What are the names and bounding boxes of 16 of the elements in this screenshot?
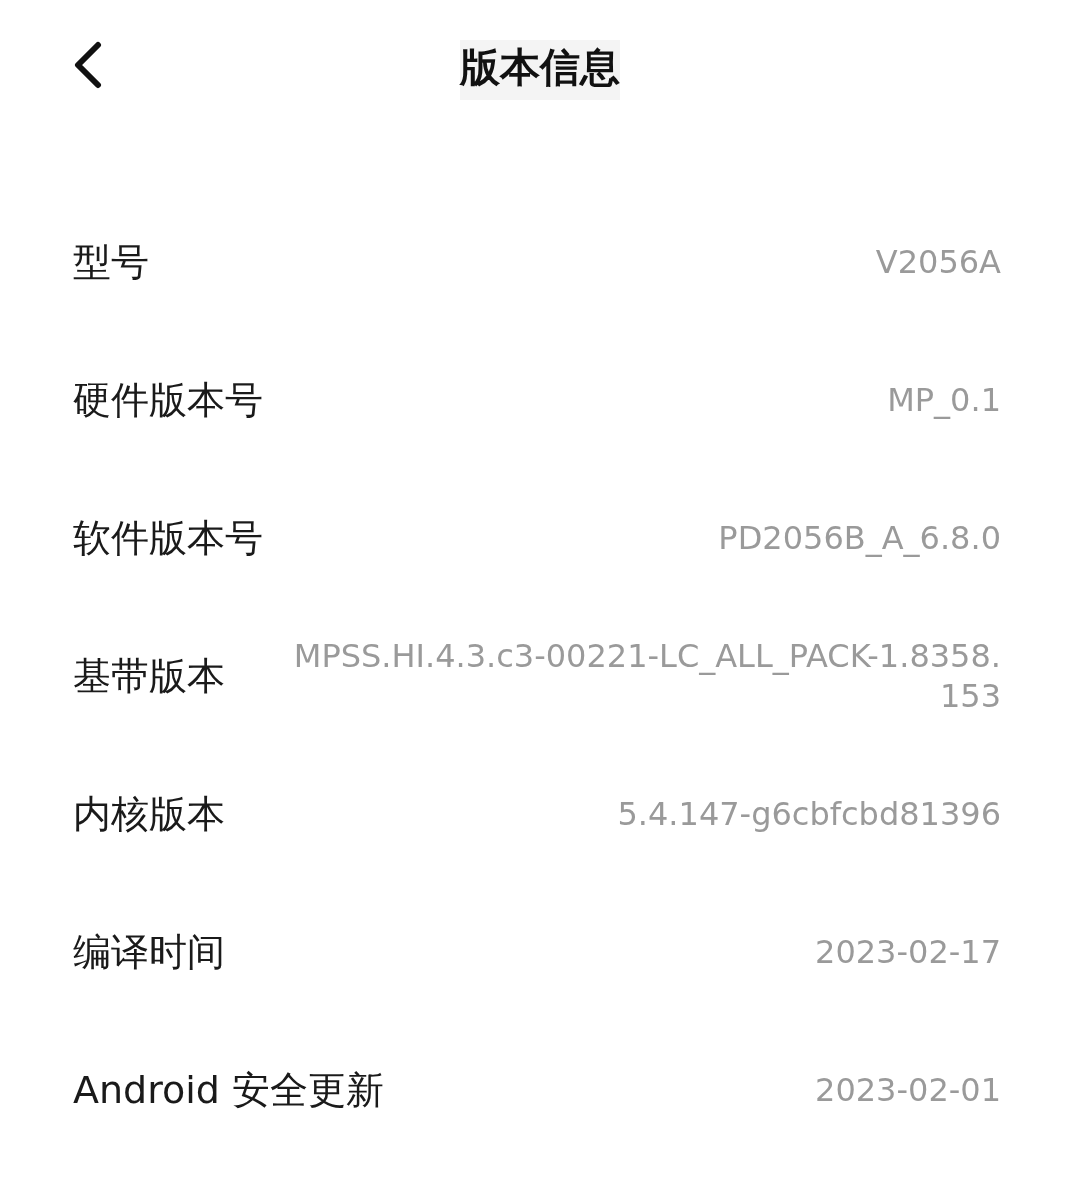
row-label: 基带版本	[73, 652, 225, 700]
back-chevron-icon	[72, 41, 104, 89]
row-value: MPSS.HI.4.3.c3-00221-LC_ALL_PACK-1.8358.153	[292, 636, 1001, 717]
row-value: MP_0.1	[887, 380, 1001, 421]
row-value: 2023-02-01	[815, 1070, 1001, 1111]
row-label: 硬件版本号	[73, 376, 263, 424]
row-value: PD2056B_A_6.8.0	[718, 518, 1001, 559]
row-label: 内核版本	[73, 790, 225, 838]
row-label: 编译时间	[73, 928, 225, 976]
page-title: 版本信息	[460, 40, 620, 100]
row-label: Android 安全更新	[73, 1066, 384, 1114]
row-value: V2056A	[875, 242, 1001, 283]
row-label: 型号	[73, 238, 149, 286]
row-value: 2023-02-17	[815, 932, 1001, 973]
row-label: 软件版本号	[73, 514, 263, 562]
row-value: 5.4.147-g6cbfcbd81396	[617, 794, 1001, 835]
